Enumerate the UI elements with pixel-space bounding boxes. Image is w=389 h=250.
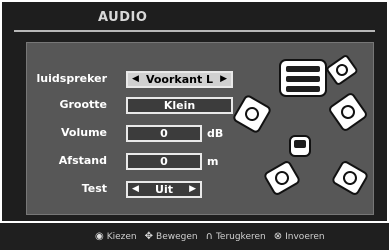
speaker-layout-diagram [233,55,368,196]
arrow-left-icon[interactable]: ◀ [132,75,139,84]
volume-field[interactable]: 0 [126,125,202,142]
distance-label: Afstand [58,154,107,167]
rear-left-speaker-icon[interactable] [264,161,300,196]
listener-icon [289,135,311,157]
size-value: Klein [163,99,196,112]
speaker-label: luidspreker [36,72,107,85]
footer-back: ∩ Terugkeren [205,231,266,242]
distance-value: 0 [160,155,168,168]
arrow-right-icon[interactable]: ▶ [189,185,196,194]
test-selector[interactable]: ◀ Uit ▶ [126,181,202,198]
volume-value: 0 [160,127,168,140]
move-icon: ✥ [144,231,154,242]
front-right-speaker-icon[interactable] [326,55,358,85]
footer-enter: ⊗ Invoeren [273,231,325,242]
test-label: Test [81,182,107,195]
arrow-left-icon[interactable]: ◀ [132,185,139,194]
footer-help-bar: ◉ Kiezen ✥ Bewegen ∩ Terugkeren ⊗ Invoer… [0,223,389,250]
volume-unit: dB [207,127,224,140]
right-speaker-icon[interactable] [329,93,368,132]
audio-settings-screen: AUDIO luidspreker ◀ Voorkant L ▶ Grootte… [2,2,387,221]
size-field[interactable]: Klein [126,97,233,114]
volume-label: Volume [61,126,107,139]
screen-title: AUDIO [98,10,148,25]
arrow-right-icon[interactable]: ▶ [220,75,227,84]
center-speaker-icon[interactable] [279,59,327,97]
speaker-value: Voorkant L [145,73,214,86]
speaker-selector[interactable]: ◀ Voorkant L ▶ [126,71,233,88]
enter-icon: ⊗ [273,231,283,242]
title-divider [14,30,375,32]
test-value: Uit [155,183,173,196]
footer-select: ◉ Kiezen [95,231,137,242]
back-icon: ∩ [205,231,213,242]
size-label: Grootte [59,98,107,111]
distance-unit: m [207,155,219,168]
front-left-speaker-icon[interactable] [233,95,271,133]
footer-move: ✥ Bewegen [144,231,198,242]
rear-right-speaker-icon[interactable] [332,161,368,196]
select-icon: ◉ [95,231,104,242]
distance-field[interactable]: 0 [126,153,202,170]
